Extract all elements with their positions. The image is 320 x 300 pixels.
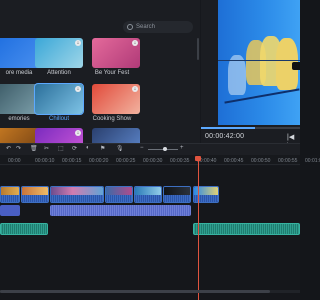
- preview-progress-bar[interactable]: [201, 127, 300, 129]
- zoom-slider-handle[interactable]: [163, 147, 167, 151]
- overlay-clip[interactable]: [0, 205, 20, 216]
- video-editor-app: Search +ore media↓Attention↓Be Your Fest…: [0, 0, 320, 300]
- zoom-in-icon[interactable]: +: [180, 145, 184, 151]
- redo-icon[interactable]: ↷: [16, 145, 21, 152]
- ruler-tick-label: 00:00:35: [170, 158, 190, 164]
- video-clip[interactable]: [193, 186, 219, 203]
- ruler-tick-label: 00:00:30: [143, 158, 163, 164]
- media-scrollbar[interactable]: [197, 38, 199, 60]
- mic-icon[interactable]: 🎙: [116, 145, 124, 152]
- ruler-tick-label: 00:00:45: [224, 158, 244, 164]
- video-clip[interactable]: [0, 186, 20, 203]
- music-clip[interactable]: [193, 223, 300, 235]
- preview-timecode: 00:00:42:00: [205, 133, 245, 140]
- media-library-panel: Search +ore media↓Attention↓Be Your Fest…: [0, 0, 200, 158]
- video-clip[interactable]: [163, 186, 191, 203]
- music-clip[interactable]: [0, 223, 48, 235]
- search-placeholder: Search: [136, 24, 156, 30]
- playhead[interactable]: [198, 158, 199, 300]
- preview-video[interactable]: [218, 0, 300, 125]
- ruler-tick-label: 00:00:25: [116, 158, 136, 164]
- search-icon: [127, 24, 133, 30]
- ruler-tick-label: 00:00:10: [35, 158, 55, 164]
- delete-icon[interactable]: 🗑: [30, 145, 38, 152]
- search-input[interactable]: Search: [123, 21, 193, 33]
- audio-waveform-clip[interactable]: [50, 205, 191, 216]
- ruler-tick-label: 00:00:50: [251, 158, 271, 164]
- download-icon[interactable]: ↓: [75, 130, 81, 136]
- video-clip[interactable]: [134, 186, 162, 203]
- playhead-handle[interactable]: [195, 156, 201, 161]
- media-tile-label: Cooking Show: [92, 116, 132, 122]
- speed-icon[interactable]: ⟳: [72, 145, 77, 152]
- undo-icon[interactable]: ↶: [6, 145, 11, 152]
- download-icon[interactable]: ↓: [132, 40, 138, 46]
- download-icon[interactable]: ↓: [75, 86, 81, 92]
- media-tile[interactable]: ↓: [34, 83, 84, 115]
- media-tile-label: Chillout: [48, 116, 69, 122]
- zoom-out-icon[interactable]: −: [140, 145, 144, 151]
- download-icon[interactable]: ↓: [132, 86, 138, 92]
- media-tile-label: Attention: [47, 70, 71, 76]
- ruler-tick-label: 00:00: [8, 158, 21, 164]
- video-clip[interactable]: [50, 186, 104, 203]
- ruler-tick-label: 00:00:20: [89, 158, 109, 164]
- media-tile[interactable]: ↓: [92, 38, 140, 68]
- media-tile-label: Be Your Fest: [94, 70, 130, 76]
- color-icon[interactable]: ◐: [86, 145, 90, 151]
- download-icon[interactable]: ↓: [75, 40, 81, 46]
- ruler-tick-label: 00:00:15: [62, 158, 82, 164]
- video-clip[interactable]: [21, 186, 49, 203]
- crop-icon[interactable]: ⬚: [58, 145, 64, 152]
- marker-icon[interactable]: ⚑: [100, 145, 105, 152]
- timeline-horizontal-scrollbar[interactable]: [0, 290, 300, 293]
- media-tile[interactable]: ↓: [92, 84, 140, 114]
- ruler-tick-label: 00:00:55: [278, 158, 298, 164]
- ruler-tick-label: 00:01:00: [305, 158, 320, 164]
- media-tile[interactable]: ↓: [35, 38, 83, 68]
- video-clip[interactable]: [105, 186, 133, 203]
- split-icon[interactable]: ✂: [44, 145, 49, 152]
